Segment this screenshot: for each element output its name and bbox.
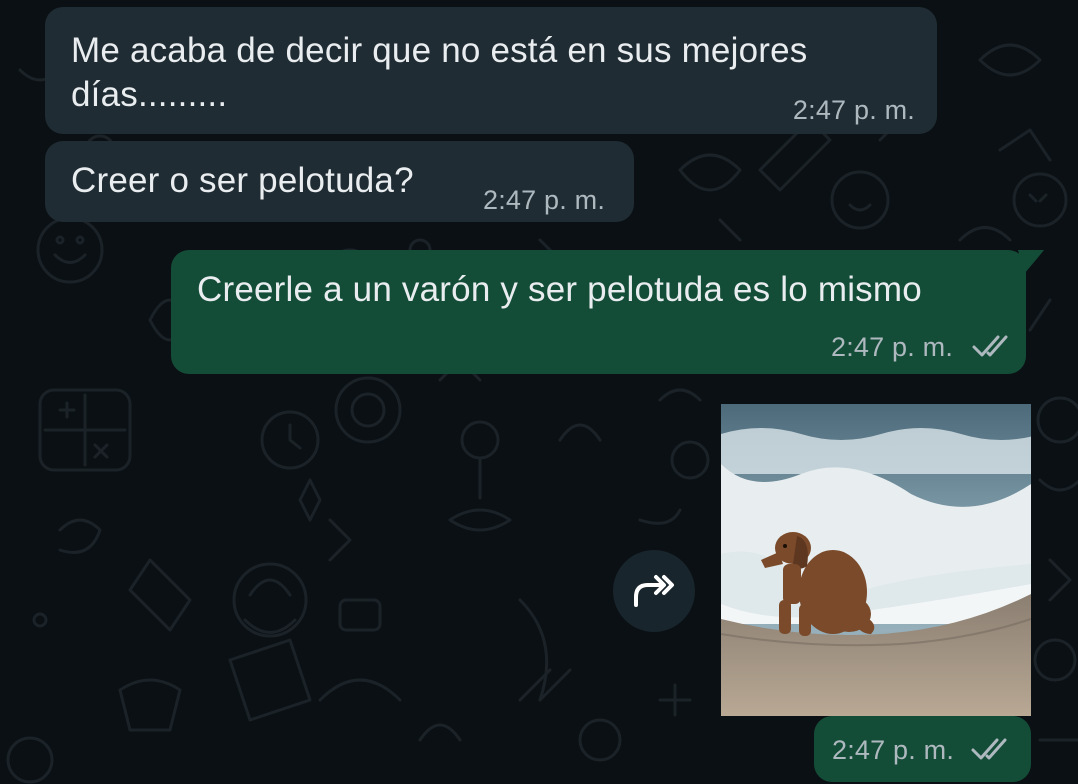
bubble-tail [1018, 250, 1044, 274]
image-timestamp-chip: 2:47 p. m. [814, 716, 1031, 782]
message-text-line: días......... [71, 75, 228, 114]
message-timestamp: 2:47 p. m. [832, 735, 955, 765]
forward-button[interactable] [613, 550, 695, 632]
message-text: Creerle a un varón y ser pelotuda es lo … [197, 270, 922, 309]
read-ticks-icon [972, 335, 1008, 357]
outgoing-message[interactable]: Creerle a un varón y ser pelotuda es lo … [171, 250, 1026, 374]
message-timestamp: 2:47 p. m. [792, 95, 915, 125]
incoming-message[interactable]: Me acaba de decir que no está en sus mej… [45, 7, 937, 134]
message-timestamp: 2:47 p. m. [831, 332, 954, 362]
incoming-message[interactable]: Creer o ser pelotuda? 2:47 p. m. [45, 141, 634, 222]
dog-beach-image [721, 404, 1031, 716]
message-text: Creer o ser pelotuda? [71, 161, 414, 200]
read-ticks-icon [971, 738, 1007, 760]
message-timestamp: 2:47 p. m. [483, 185, 606, 215]
forward-icon [634, 575, 674, 607]
message-text-line: Me acaba de decir que no está en sus mej… [71, 31, 808, 70]
image-message[interactable] [721, 404, 1031, 716]
